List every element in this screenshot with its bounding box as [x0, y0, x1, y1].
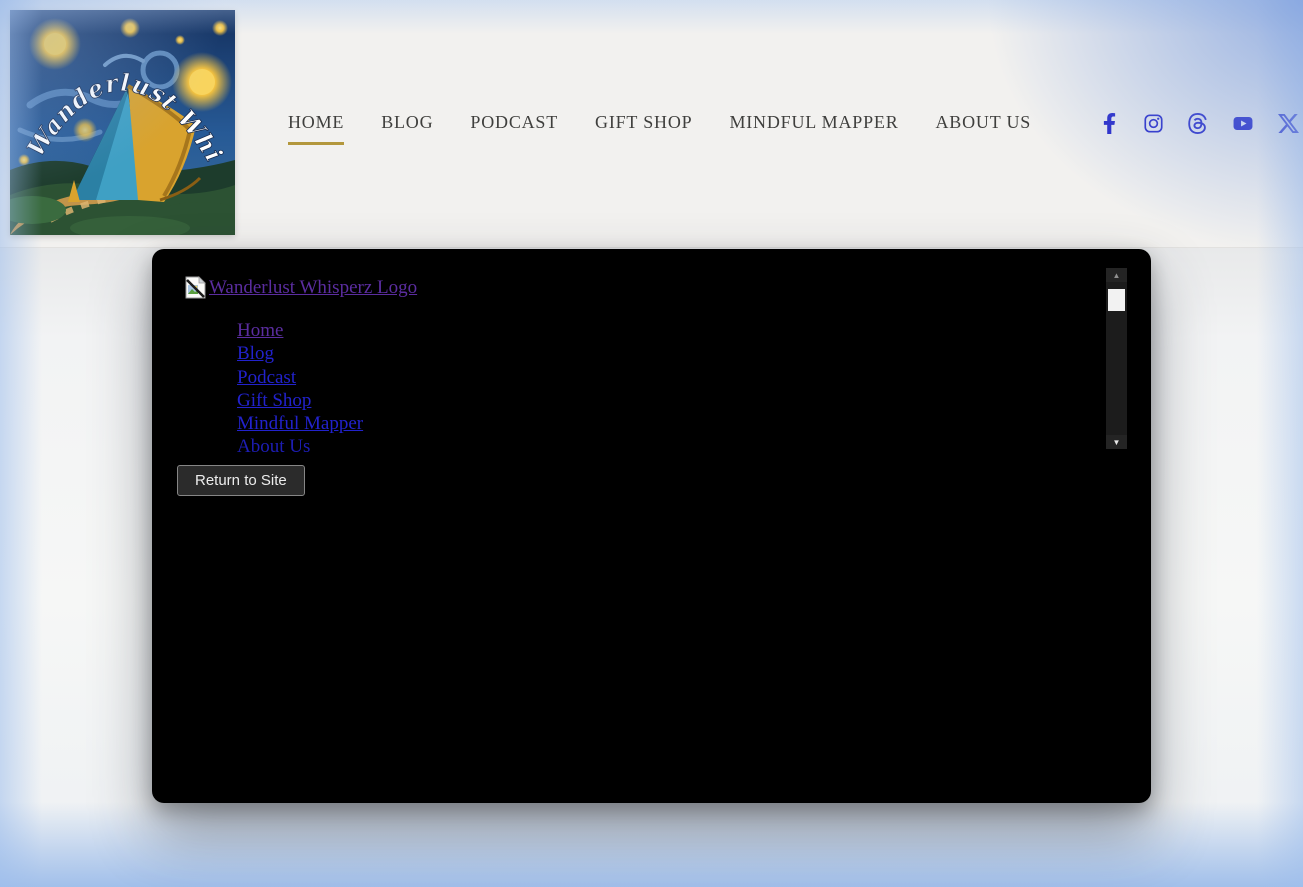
logo-artwork-icon: Wanderlust Whisperz — [10, 10, 235, 235]
return-to-site-button[interactable]: Return to Site — [177, 465, 305, 496]
x-icon[interactable] — [1278, 113, 1299, 134]
overlay-logo-link[interactable]: Wanderlust Whisperz Logo — [185, 276, 417, 299]
overlay-link-mindful-mapper[interactable]: Mindful Mapper — [237, 413, 363, 434]
overlay-link-home[interactable]: Home — [237, 320, 283, 341]
nav-item-blog[interactable]: BLOG — [381, 112, 433, 142]
overlay-scrollbar[interactable]: ▲ ▼ — [1106, 268, 1127, 449]
site-logo[interactable]: Wanderlust Whisperz — [10, 10, 235, 235]
site-header: Wanderlust Whisperz HOME BLOG PODCAST GI… — [0, 0, 1303, 248]
nav-item-podcast[interactable]: PODCAST — [470, 112, 558, 142]
overlay-link-gift-shop[interactable]: Gift Shop — [237, 390, 311, 411]
overlay-link-blog[interactable]: Blog — [237, 343, 274, 364]
scroll-down-icon[interactable]: ▼ — [1106, 435, 1127, 449]
youtube-icon[interactable] — [1231, 113, 1255, 134]
nav-item-home[interactable]: HOME — [288, 112, 344, 145]
scrollbar-thumb[interactable] — [1108, 289, 1125, 311]
scroll-up-icon[interactable]: ▲ — [1106, 268, 1127, 282]
list-item: Mindful Mapper — [237, 412, 363, 435]
overlay-link-podcast[interactable]: Podcast — [237, 367, 296, 388]
preview-overlay-panel: Wanderlust Whisperz Logo Home Blog Podca… — [152, 249, 1151, 803]
threads-icon[interactable] — [1187, 113, 1208, 134]
main-nav: HOME BLOG PODCAST GIFT SHOP MINDFUL MAPP… — [288, 112, 1031, 145]
nav-item-gift-shop[interactable]: GIFT SHOP — [595, 112, 692, 142]
broken-image-icon — [185, 276, 206, 299]
facebook-icon[interactable] — [1099, 113, 1120, 134]
overlay-link-about-us[interactable]: About Us — [237, 436, 310, 457]
list-item: Gift Shop — [237, 389, 363, 412]
overlay-logo-link-label: Wanderlust Whisperz Logo — [209, 277, 417, 299]
scrollbar-track[interactable] — [1106, 282, 1127, 435]
overlay-nav-list: Home Blog Podcast Gift Shop Mindful Mapp… — [237, 319, 363, 459]
list-item: Blog — [237, 342, 363, 365]
list-item: Home — [237, 319, 363, 342]
instagram-icon[interactable] — [1143, 113, 1164, 134]
list-item: Podcast — [237, 366, 363, 389]
list-item: About Us — [237, 435, 363, 458]
nav-item-mindful-mapper[interactable]: MINDFUL MAPPER — [729, 112, 898, 142]
nav-item-about-us[interactable]: ABOUT US — [936, 112, 1032, 142]
social-links — [1099, 113, 1299, 134]
